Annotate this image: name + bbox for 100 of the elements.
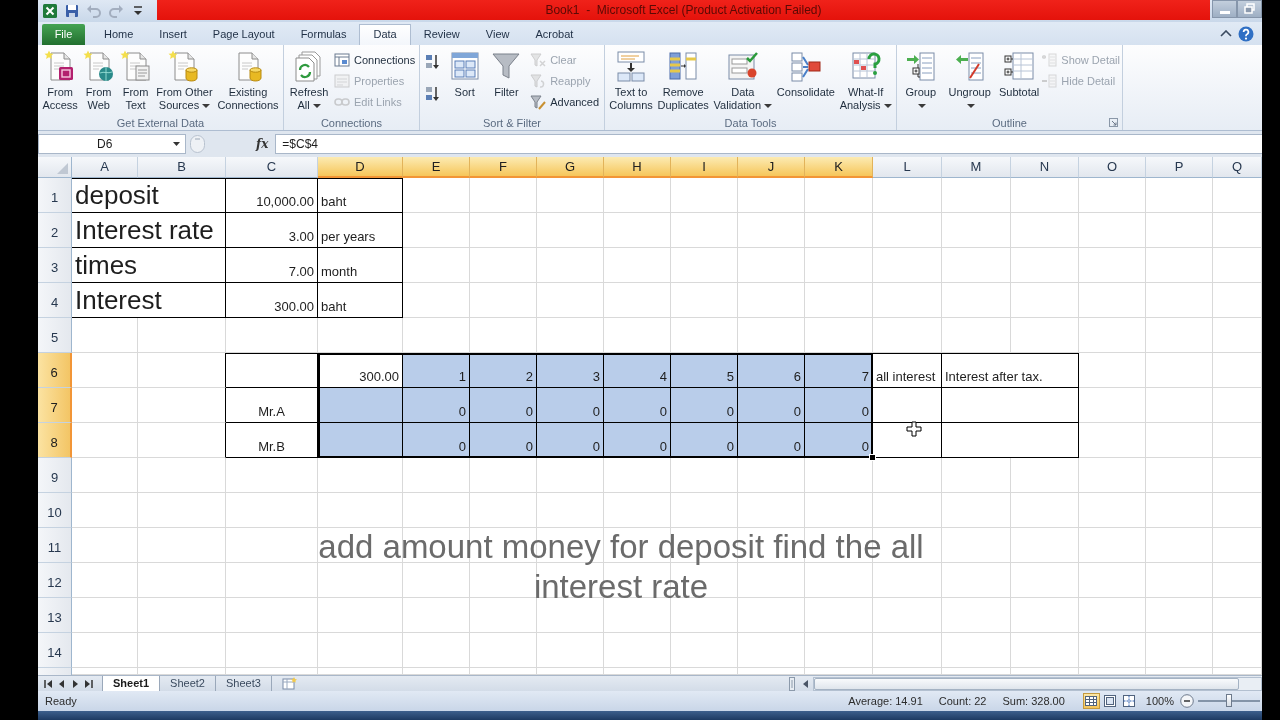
spreadsheet-cell[interactable]: 0 xyxy=(738,388,805,423)
view-button[interactable] xyxy=(1101,693,1119,709)
spreadsheet-cell[interactable] xyxy=(226,353,318,388)
column-header[interactable]: Q xyxy=(1213,157,1262,178)
row-header[interactable]: 9 xyxy=(38,458,72,493)
spreadsheet-cell[interactable]: 5 xyxy=(671,353,738,388)
spreadsheet-cell[interactable]: month xyxy=(318,248,403,283)
grip-icon[interactable] xyxy=(190,135,205,153)
ribbon-button[interactable]: Remove Duplicates xyxy=(655,48,711,112)
column-header[interactable]: H xyxy=(604,157,671,178)
spreadsheet-cell[interactable]: 300.00 xyxy=(318,353,403,388)
spreadsheet-cell[interactable] xyxy=(942,388,1079,423)
ribbon-button[interactable]: Subtotal xyxy=(996,48,1042,99)
spreadsheet-cell[interactable] xyxy=(942,423,1079,458)
spreadsheet-cell[interactable]: 0 xyxy=(537,423,604,458)
ribbon-tab[interactable]: Data xyxy=(359,24,411,45)
scroll-thumb[interactable] xyxy=(814,677,1239,690)
row-header[interactable]: 5 xyxy=(38,318,72,353)
spreadsheet-cell[interactable]: 4 xyxy=(604,353,671,388)
spreadsheet-cell[interactable]: 0 xyxy=(403,388,470,423)
name-box[interactable]: D6 xyxy=(38,134,186,154)
column-header[interactable]: E xyxy=(403,157,470,178)
spreadsheet-cell[interactable]: baht xyxy=(318,283,403,318)
row-header[interactable]: 6 xyxy=(38,353,72,388)
ribbon-button[interactable]: Text to Columns xyxy=(607,48,655,112)
column-header[interactable]: C xyxy=(226,157,318,178)
ribbon-button[interactable]: From Access xyxy=(40,48,80,112)
spreadsheet-cell[interactable]: 3 xyxy=(537,353,604,388)
column-header[interactable]: L xyxy=(873,157,942,178)
row-header[interactable]: 8 xyxy=(38,423,72,458)
spreadsheet-cell[interactable] xyxy=(318,423,403,458)
column-header[interactable]: M xyxy=(942,157,1011,178)
column-header[interactable]: B xyxy=(138,157,226,178)
ribbon-button[interactable]: Connections xyxy=(334,51,416,69)
column-header[interactable]: G xyxy=(537,157,604,178)
spreadsheet-cell[interactable]: 7 xyxy=(805,353,873,388)
spreadsheet-cell[interactable]: Interest rate xyxy=(72,213,226,248)
spreadsheet-cell[interactable]: 1 xyxy=(403,353,470,388)
caret-up-icon[interactable] xyxy=(1220,30,1232,37)
spreadsheet-cell[interactable]: 0 xyxy=(805,388,873,423)
ribbon-tab[interactable]: View xyxy=(472,24,523,45)
ribbon-button[interactable]: Filter xyxy=(488,48,525,99)
ribbon-tab[interactable]: Page Layout xyxy=(199,24,288,45)
column-header[interactable]: F xyxy=(470,157,537,178)
spreadsheet-cell[interactable]: 2 xyxy=(470,353,537,388)
insert-function-button[interactable]: fx xyxy=(253,137,272,151)
ribbon-button[interactable]: Existing Connections xyxy=(215,48,281,112)
row-header[interactable]: 1 xyxy=(38,178,72,213)
column-header[interactable]: I xyxy=(671,157,738,178)
first-arrow-icon[interactable] xyxy=(44,678,54,689)
spreadsheet-cell[interactable]: Interest after tax. xyxy=(942,353,1079,388)
spreadsheet-cell[interactable]: deposit xyxy=(72,178,226,213)
ribbon-button[interactable]: From Text xyxy=(117,48,154,112)
spreadsheet-cell[interactable]: per years xyxy=(318,213,403,248)
row-header[interactable]: 4 xyxy=(38,283,72,318)
spreadsheet-cell[interactable]: 10,000.00 xyxy=(226,178,318,213)
spreadsheet-cell[interactable]: 0 xyxy=(537,388,604,423)
view-button[interactable] xyxy=(1082,693,1100,709)
spreadsheet-cell[interactable] xyxy=(873,388,942,423)
spreadsheet-cell[interactable]: 0 xyxy=(671,388,738,423)
ribbon-tab[interactable]: Insert xyxy=(146,24,200,45)
file-menu-button[interactable]: File xyxy=(42,24,85,45)
spreadsheet-cell[interactable]: 0 xyxy=(805,423,873,458)
ribbon-button[interactable]: Refresh All xyxy=(287,48,331,112)
spreadsheet-cell[interactable] xyxy=(318,388,403,423)
ribbon-button[interactable]: Consolidate xyxy=(774,48,837,99)
ribbon-tab[interactable]: Formulas xyxy=(287,24,360,45)
right-arrow-icon[interactable] xyxy=(70,678,80,689)
ribbon-button[interactable]: From Other Sources xyxy=(154,48,215,112)
column-header[interactable]: A xyxy=(72,157,138,178)
ribbon-button[interactable]: Sort xyxy=(446,48,483,99)
dialog-launcher-icon[interactable] xyxy=(1109,118,1118,127)
spreadsheet-cell[interactable]: 0 xyxy=(403,423,470,458)
ribbon-button[interactable]: Data Validation xyxy=(711,48,775,112)
formula-field[interactable]: =$C$4 xyxy=(275,134,1262,154)
spreadsheet-cell[interactable]: Mr.B xyxy=(226,423,318,458)
row-header[interactable]: 12 xyxy=(38,563,72,598)
restore-button[interactable] xyxy=(1237,0,1262,18)
spreadsheet-cell[interactable]: 0 xyxy=(604,423,671,458)
ribbon-button[interactable]: Advanced xyxy=(530,93,600,111)
column-header[interactable]: O xyxy=(1079,157,1146,178)
split-handle-icon[interactable] xyxy=(789,676,795,691)
zoom-level[interactable]: 100% xyxy=(1145,695,1174,707)
spreadsheet-cell[interactable]: times xyxy=(72,248,226,283)
ribbon-button[interactable]: From Web xyxy=(80,48,117,112)
spreadsheet-cell[interactable]: all interest xyxy=(873,353,942,388)
spreadsheet-cell[interactable]: 300.00 xyxy=(226,283,318,318)
sort-ascending-icon[interactable] xyxy=(424,54,441,70)
spreadsheet-cell[interactable]: 0 xyxy=(604,388,671,423)
row-header[interactable]: 2 xyxy=(38,213,72,248)
spreadsheet-cell[interactable] xyxy=(873,423,942,458)
zoom-out-icon[interactable] xyxy=(1180,694,1194,708)
column-header[interactable]: N xyxy=(1011,157,1079,178)
row-header[interactable]: 14 xyxy=(38,633,72,668)
spreadsheet-cell[interactable]: baht xyxy=(318,178,403,213)
ribbon-button[interactable]: Ungroup xyxy=(942,48,997,112)
ribbon-button[interactable]: Group xyxy=(899,48,943,112)
column-header[interactable]: P xyxy=(1146,157,1213,178)
spreadsheet-cell[interactable]: 0 xyxy=(738,423,805,458)
spreadsheet-cell[interactable]: 0 xyxy=(671,423,738,458)
